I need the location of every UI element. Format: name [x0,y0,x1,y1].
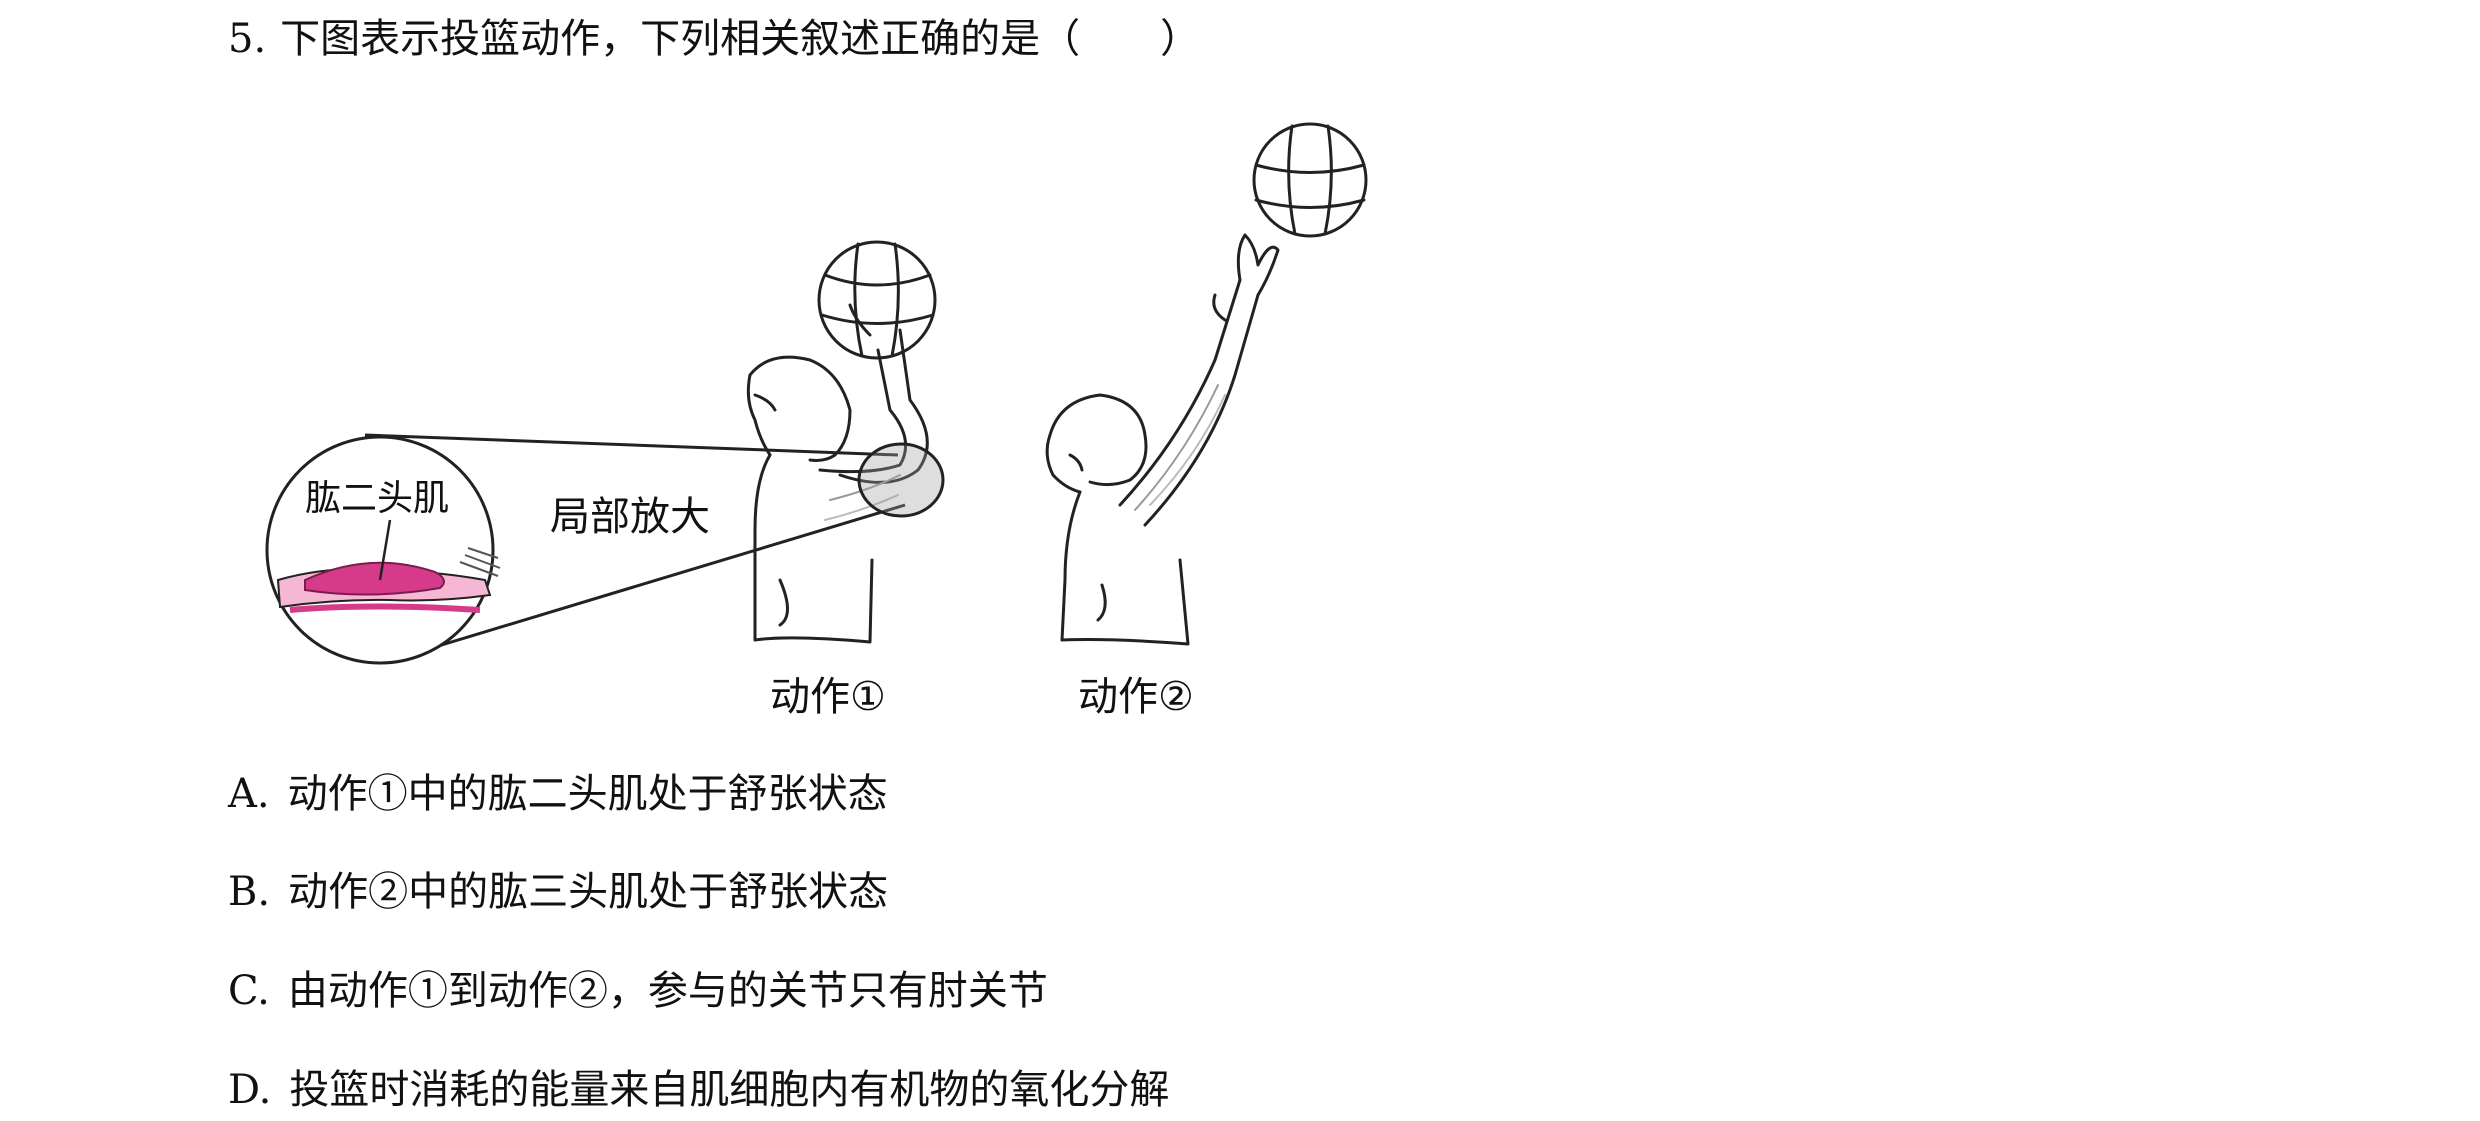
option-d-letter: D. [228,1067,272,1113]
option-c-letter: C. [228,968,270,1014]
player-action-2 [1045,122,1368,646]
question-text: 下图表示投篮动作，下列相关叙述正确的是（ ） [280,16,1201,62]
option-b-letter: B. [228,869,271,915]
player-action-1 [746,240,945,644]
option-a-text: 动作①中的肱二头肌处于舒张状态 [287,771,888,817]
option-a[interactable]: A. 动作①中的肱二头肌处于舒张状态 [228,765,888,823]
question-stem: 5. 下图表示投篮动作，下列相关叙述正确的是（ ） [228,10,1200,68]
magnified-muscle-circle: 肱二头肌 [265,435,501,665]
option-c[interactable]: C. 由动作①到动作②，参与的关节只有肘关节 [228,962,1048,1020]
option-b[interactable]: B. 动作②中的肱三头肌处于舒张状态 [228,863,888,921]
option-b-text: 动作②中的肱三头肌处于舒张状态 [288,869,889,915]
biceps-label: 肱二头肌 [305,478,449,519]
option-a-letter: A. [228,771,270,817]
option-c-text: 由动作①到动作②，参与的关节只有肘关节 [287,968,1048,1014]
option-d-text: 投篮时消耗的能量来自肌细胞内有机物的氧化分解 [289,1067,1170,1113]
option-d[interactable]: D. 投篮时消耗的能量来自肌细胞内有机物的氧化分解 [228,1061,1169,1119]
action-1-label: 动作① [770,674,886,720]
action-2-label: 动作② [1078,674,1194,720]
question-number: 5. [228,16,267,62]
basketball-shooting-figure: 肱二头肌 局部放大 动作① 动作② [250,110,1390,730]
zoom-label: 局部放大 [550,494,710,540]
